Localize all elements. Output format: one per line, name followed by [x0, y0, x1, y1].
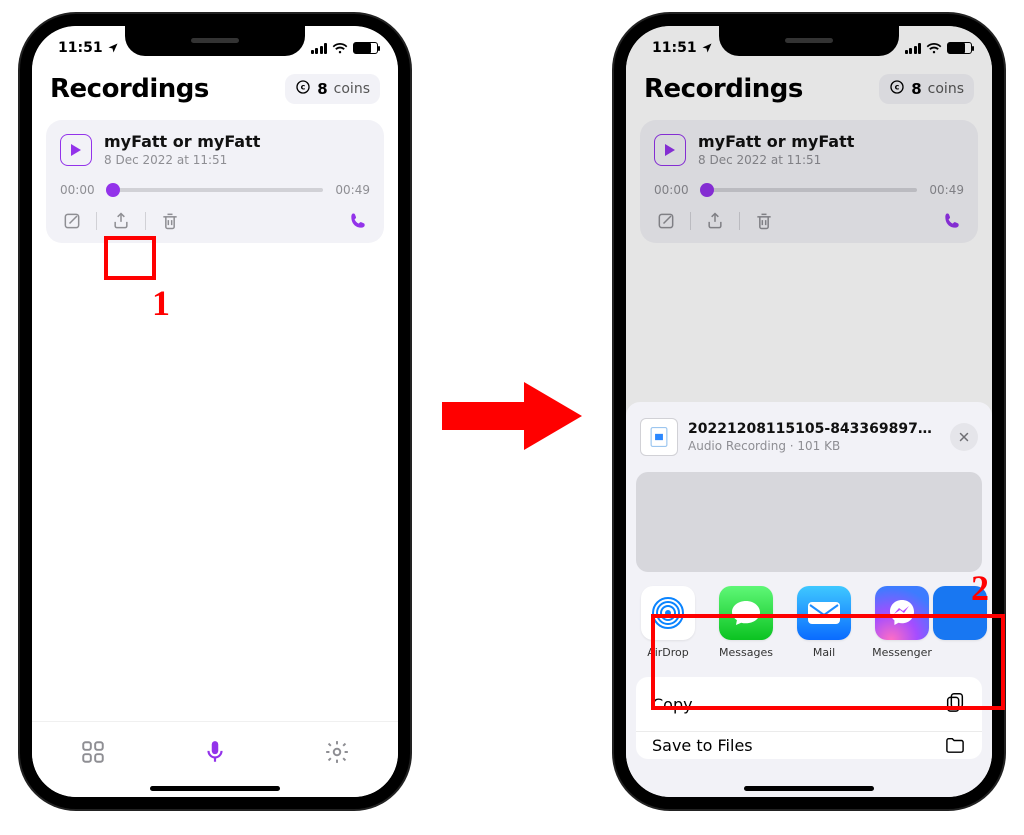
- page-title: Recordings: [50, 74, 209, 104]
- coins-label: coins: [928, 81, 964, 97]
- tab-apps[interactable]: [80, 739, 106, 769]
- call-icon[interactable]: [346, 209, 370, 233]
- copy-icon: [944, 691, 966, 717]
- delete-icon[interactable]: [752, 209, 776, 233]
- time-start: 00:00: [654, 183, 689, 197]
- share-sheet: 20221208115105-8433698977… Audio Recordi…: [626, 402, 992, 797]
- cellular-icon: [905, 43, 922, 54]
- home-indicator[interactable]: [150, 786, 280, 791]
- divider: [96, 212, 97, 230]
- menu-label: Copy: [652, 695, 693, 714]
- recording-title: myFatt or myFatt: [104, 132, 260, 151]
- play-button[interactable]: [60, 134, 92, 166]
- close-share-button[interactable]: [950, 423, 978, 451]
- play-button[interactable]: [654, 134, 686, 166]
- divider: [145, 212, 146, 230]
- seek-slider[interactable]: [701, 188, 918, 192]
- mail-icon: [797, 586, 851, 640]
- recording-title: myFatt or myFatt: [698, 132, 854, 151]
- battery-icon: [353, 42, 378, 54]
- folder-icon: [944, 736, 966, 758]
- share-app-label: AirDrop: [647, 646, 689, 659]
- airdrop-icon: [641, 586, 695, 640]
- share-action-copy[interactable]: Copy: [636, 677, 982, 731]
- page-header: Recordings c 8 coins: [626, 70, 992, 112]
- wifi-icon: [332, 42, 348, 54]
- svg-text:c: c: [895, 83, 900, 92]
- share-app-label: Messages: [719, 646, 773, 659]
- tab-record[interactable]: [202, 739, 228, 769]
- coin-icon: c: [295, 79, 311, 99]
- seek-slider[interactable]: [107, 188, 324, 192]
- page-title: Recordings: [644, 74, 803, 104]
- coins-value: 8: [317, 80, 327, 98]
- share-actions-list: Copy Save to Files: [636, 677, 982, 759]
- share-app-airdrop[interactable]: AirDrop: [638, 586, 698, 659]
- share-app-label: Mail: [813, 646, 835, 659]
- share-icon[interactable]: [109, 209, 133, 233]
- coins-badge[interactable]: c 8 coins: [879, 74, 974, 104]
- share-app-mail[interactable]: Mail: [794, 586, 854, 659]
- annotation-label-1: 1: [152, 282, 170, 324]
- phone-right: 11:51 Recordings c 8 coins: [614, 14, 1004, 809]
- home-indicator[interactable]: [744, 786, 874, 791]
- time-start: 00:00: [60, 183, 95, 197]
- recording-date: 8 Dec 2022 at 11:51: [104, 153, 260, 167]
- recording-card: myFatt or myFatt 8 Dec 2022 at 11:51 00:…: [640, 120, 978, 243]
- share-action-savefiles[interactable]: Save to Files: [636, 731, 982, 759]
- coins-badge[interactable]: c 8 coins: [285, 74, 380, 104]
- screen-left: 11:51 Recordings c 8 coins: [32, 26, 398, 797]
- location-icon: [107, 42, 119, 54]
- coins-value: 8: [911, 80, 921, 98]
- messenger-icon: [875, 586, 929, 640]
- messages-icon: [719, 586, 773, 640]
- wifi-icon: [926, 42, 942, 54]
- call-icon[interactable]: [940, 209, 964, 233]
- recording-card: myFatt or myFatt 8 Dec 2022 at 11:51 00:…: [46, 120, 384, 243]
- tab-settings[interactable]: [324, 739, 350, 769]
- time-end: 00:49: [335, 183, 370, 197]
- page-header: Recordings c 8 coins: [32, 70, 398, 112]
- share-app-messages[interactable]: Messages: [716, 586, 776, 659]
- share-app-label: Messenger: [872, 646, 932, 659]
- status-time: 11:51: [58, 40, 103, 56]
- battery-icon: [947, 42, 972, 54]
- share-header: 20221208115105-8433698977… Audio Recordi…: [626, 408, 992, 468]
- coins-label: coins: [334, 81, 370, 97]
- coin-icon: c: [889, 79, 905, 99]
- share-contacts-row[interactable]: [636, 472, 982, 572]
- share-file-name: 20221208115105-8433698977…: [688, 421, 940, 437]
- screen-right: 11:51 Recordings c 8 coins: [626, 26, 992, 797]
- delete-icon[interactable]: [158, 209, 182, 233]
- share-apps-row: AirDrop Messages Mail: [626, 572, 992, 669]
- notch: [125, 26, 305, 56]
- edit-icon[interactable]: [60, 209, 84, 233]
- notch: [719, 26, 899, 56]
- location-icon: [701, 42, 713, 54]
- edit-icon[interactable]: [654, 209, 678, 233]
- share-app-more[interactable]: [950, 586, 970, 659]
- divider: [690, 212, 691, 230]
- phone-left: 11:51 Recordings c 8 coins: [20, 14, 410, 809]
- cellular-icon: [311, 43, 328, 54]
- status-time: 11:51: [652, 40, 697, 56]
- file-thumb-icon: [640, 418, 678, 456]
- arrow-icon: [442, 378, 582, 454]
- menu-label: Save to Files: [652, 736, 753, 755]
- divider: [739, 212, 740, 230]
- share-file-sub: Audio Recording · 101 KB: [688, 439, 940, 453]
- svg-text:c: c: [301, 83, 306, 92]
- share-app-messenger[interactable]: Messenger: [872, 586, 932, 659]
- time-end: 00:49: [929, 183, 964, 197]
- share-icon[interactable]: [703, 209, 727, 233]
- recording-date: 8 Dec 2022 at 11:51: [698, 153, 854, 167]
- annotation-label-2: 2: [971, 567, 989, 609]
